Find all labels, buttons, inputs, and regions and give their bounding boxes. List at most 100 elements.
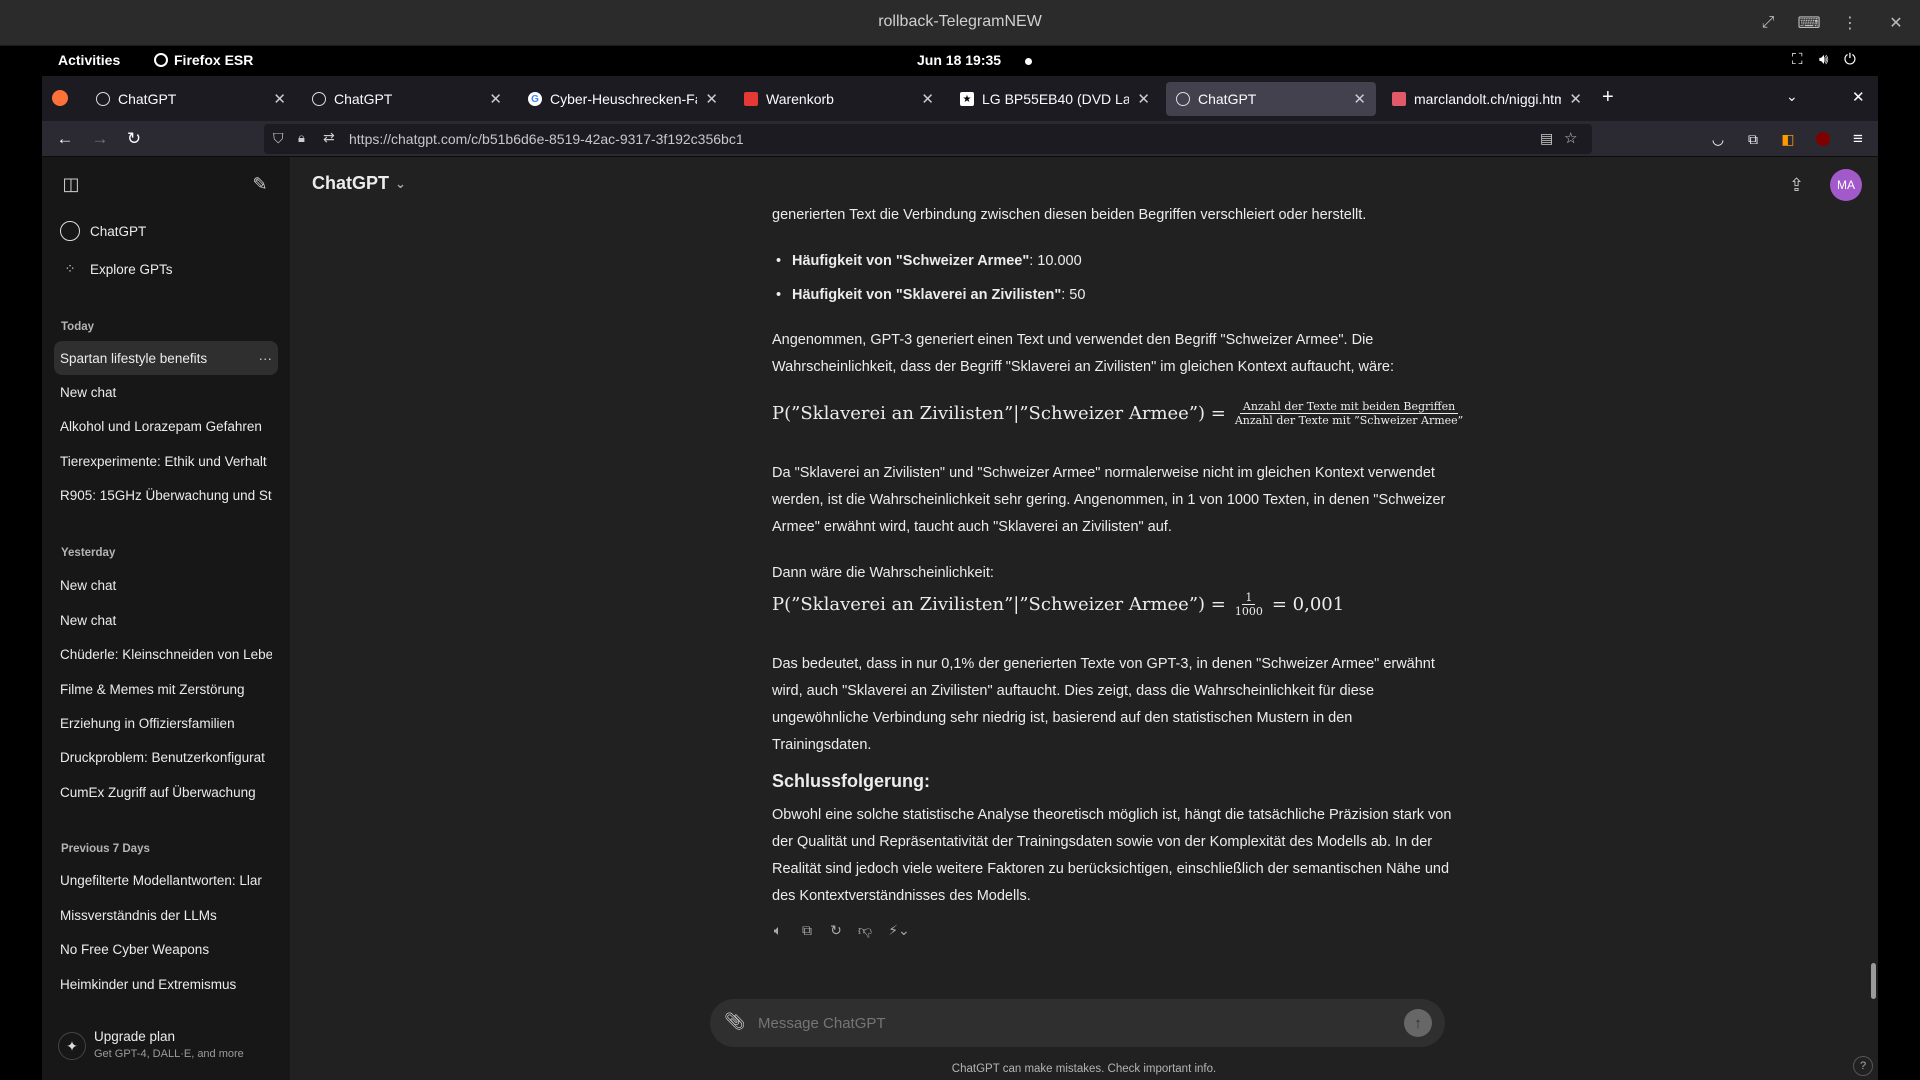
power-icon[interactable]: ⏻ [1844, 51, 1856, 68]
tab-chatgpt-2[interactable]: ChatGPT ✕ [302, 82, 512, 116]
app-menu[interactable]: Firefox ESR [154, 52, 253, 68]
history-item-label: New chat [60, 612, 117, 628]
main-panel: ChatGPT ⌄ ⇪ MA generierten Text die Verb… [290, 157, 1878, 1080]
tab-warenkorb[interactable]: Warenkorb ✕ [734, 82, 944, 116]
pocket-icon[interactable]: ◡ [1706, 127, 1730, 151]
tab-close-icon[interactable]: ✕ [1353, 90, 1366, 108]
network-icon[interactable]: ⛶ [1792, 51, 1803, 68]
reader-view-icon[interactable]: ▤ [1540, 130, 1553, 147]
list-all-tabs-icon[interactable]: ⌄ [1786, 88, 1798, 105]
paperclip-icon[interactable]: 📎︎ [724, 1012, 746, 1032]
history-item-label: Filme & Memes mit Zerstörung [60, 681, 245, 697]
message-paragraph: Das bedeutet, dass in nur 0,1% der gener… [772, 656, 1435, 753]
hamburger-menu-icon[interactable]: ≡ [1846, 127, 1870, 151]
tab-chatgpt-1[interactable]: ChatGPT ✕ [86, 82, 296, 116]
history-item[interactable]: Missverständnis der LLMs [54, 898, 278, 932]
close-window-icon[interactable]: ✕ [1852, 88, 1865, 106]
tab-cyber-heuschrecken[interactable]: G Cyber-Heuschrecken-Fall ✕ [518, 82, 728, 116]
ublock-icon[interactable] [1811, 127, 1835, 151]
thumbs-down-icon[interactable]: 👎︎ [855, 920, 875, 940]
send-button[interactable]: ↑ [1404, 1009, 1432, 1037]
tab-lg-dvd[interactable]: ★ LG BP55EB40 (DVD Laufw ✕ [950, 82, 1160, 116]
tab-close-icon[interactable]: ✕ [1569, 90, 1582, 108]
extensions-icon[interactable]: ⧉ [1741, 127, 1765, 151]
kebab-menu-icon[interactable]: ⋮ [1834, 8, 1866, 38]
firefox-view-icon[interactable] [52, 90, 68, 106]
tab-label: Warenkorb [766, 91, 834, 107]
history-item[interactable]: Druckproblem: Benutzerkonfigurat [54, 740, 278, 774]
more-options-icon[interactable]: ··· [259, 351, 273, 366]
history-item[interactable]: Erziehung in Offiziersfamilien [54, 706, 278, 740]
tab-close-icon[interactable]: ✕ [273, 90, 286, 108]
url-bar[interactable]: ⛉ 🔒︎ ⇄ https://chatgpt.com/c/b51b6d6e-85… [264, 124, 1592, 154]
upgrade-plan-button[interactable]: ✦ Upgrade plan Get GPT-4, DALL·E, and mo… [54, 1025, 278, 1069]
avatar[interactable]: MA [1830, 169, 1862, 201]
tab-marclandolt[interactable]: marclandolt.ch/niggi.html ✕ [1382, 82, 1592, 116]
history-item-label: CumEx Zugriff auf Überwachung [60, 784, 256, 800]
extension-icon[interactable]: ◧ [1776, 127, 1800, 151]
bookmark-star-icon[interactable]: ☆ [1564, 129, 1577, 147]
fraction-numerator: 1 [1242, 591, 1256, 605]
new-chat-icon[interactable]: ✎ [247, 171, 273, 197]
activities-button[interactable]: Activities [58, 52, 120, 68]
fullscreen-icon[interactable]: ⤢ [1752, 8, 1784, 38]
history-item[interactable]: Ungefilterte Modellantworten: Llar [54, 863, 278, 897]
permissions-icon[interactable]: ⇄ [323, 129, 335, 146]
fraction-denominator: 1000 [1234, 605, 1263, 618]
history-item[interactable]: Alkohol und Lorazepam Gefahren [54, 409, 278, 443]
history-item[interactable]: Spartan lifestyle benefits ··· [54, 341, 278, 375]
close-icon[interactable]: ✕ [1880, 8, 1912, 38]
shield-icon[interactable]: ⛉ [273, 130, 284, 147]
openai-logo-icon [60, 221, 80, 241]
sidebar: ◫ ✎ ChatGPT ⁘ Explore GPTs Today Spartan… [42, 157, 290, 1080]
scrollbar-thumb[interactable] [1871, 963, 1876, 999]
tab-strip: ChatGPT ✕ ChatGPT ✕ G Cyber-Heuschrecken… [42, 76, 1878, 121]
history-item[interactable]: New chat [54, 603, 278, 637]
tab-close-icon[interactable]: ✕ [1137, 90, 1150, 108]
disclaimer: ChatGPT can make mistakes. Check importa… [951, 1063, 1217, 1075]
tab-close-icon[interactable]: ✕ [921, 90, 934, 108]
history-item[interactable]: CumEx Zugriff auf Überwachung [54, 775, 278, 809]
new-tab-icon[interactable]: + [1602, 86, 1614, 109]
lock-icon[interactable]: 🔒︎ [298, 130, 305, 146]
google-favicon-icon: G [528, 92, 542, 106]
share-icon[interactable]: ⇪ [1789, 175, 1804, 196]
copy-icon[interactable]: ⧉ [797, 920, 817, 940]
history-item[interactable]: New chat [54, 375, 278, 409]
history-item[interactable]: Heimkinder und Extremismus [54, 967, 278, 1001]
model-selector[interactable]: ChatGPT ⌄ [312, 173, 406, 194]
reload-icon[interactable]: ↻ [122, 127, 146, 151]
grid-icon: ⁘ [64, 261, 76, 276]
avatar-initials: MA [1837, 178, 1855, 192]
message-input[interactable] [758, 1011, 1378, 1035]
tab-label: ChatGPT [334, 91, 393, 107]
back-icon[interactable]: ← [53, 127, 77, 151]
tab-close-icon[interactable]: ✕ [705, 90, 718, 108]
change-model-icon[interactable]: ⚡︎⌄ [884, 920, 914, 940]
history-item[interactable]: New chat [54, 568, 278, 602]
sidebar-item-chatgpt[interactable]: ChatGPT [54, 214, 278, 248]
history-item[interactable]: Chüderle: Kleinschneiden von Lebe [54, 637, 278, 671]
tab-chatgpt-active[interactable]: ChatGPT ✕ [1166, 82, 1376, 116]
regenerate-icon[interactable]: ↻ [826, 920, 846, 940]
forward-icon[interactable]: → [88, 127, 112, 151]
history-heading-yesterday: Yesterday [61, 547, 116, 559]
keyboard-icon[interactable]: ⌨ [1793, 8, 1825, 38]
history-item[interactable]: No Free Cyber Weapons [54, 932, 278, 966]
sidebar-item-explore-gpts[interactable]: ⁘ Explore GPTs [54, 252, 278, 286]
history-item[interactable]: R905: 15GHz Überwachung und St [54, 478, 278, 512]
history-item-label: R905: 15GHz Überwachung und St [60, 487, 272, 503]
history-item[interactable]: Tierexperimente: Ethik und Verhalt [54, 444, 278, 478]
volume-icon[interactable]: 🔊︎ [1819, 51, 1828, 68]
clock[interactable]: Jun 18 19:35 [917, 52, 1001, 68]
formula: P(”Sklaverei an Zivilisten”|”Schweizer A… [772, 400, 1466, 427]
help-icon[interactable]: ? [1853, 1056, 1873, 1076]
history-item[interactable]: Filme & Memes mit Zerstörung [54, 672, 278, 706]
message-paragraph: Da "Sklaverei an Zivilisten" und "Schwei… [772, 465, 1446, 535]
chatgpt-favicon-icon [312, 92, 326, 106]
sidebar-toggle-icon[interactable]: ◫ [58, 171, 84, 197]
tab-close-icon[interactable]: ✕ [489, 90, 502, 108]
read-aloud-icon[interactable]: 🔈︎ [768, 920, 788, 940]
navigation-toolbar: ← → ↻ ⛉ 🔒︎ ⇄ https://chatgpt.com/c/b51b6… [42, 121, 1878, 157]
message-paragraph: generierten Text die Verbindung zwischen… [772, 207, 1367, 223]
